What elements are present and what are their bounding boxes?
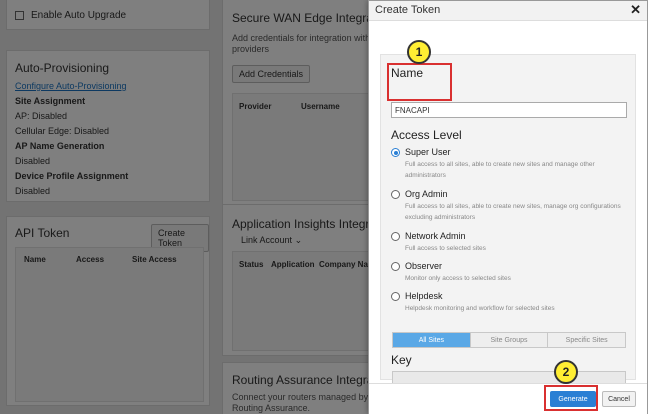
network-admin-radio[interactable] xyxy=(391,232,400,241)
org-admin-radio[interactable] xyxy=(391,190,400,199)
network-admin-label: Network Admin xyxy=(405,231,466,241)
close-icon[interactable]: ✕ xyxy=(630,2,641,18)
helpdesk-description: Helpdesk monitoring and workflow for sel… xyxy=(405,305,555,312)
key-label: Key xyxy=(391,353,412,367)
modal-footer: Generate Cancel xyxy=(369,383,647,414)
cancel-button[interactable]: Cancel xyxy=(602,391,636,407)
site-access-segmented-control: All Sites Site Groups Specific Sites xyxy=(392,332,626,348)
org-admin-description: Full access to all sites, able to create… xyxy=(405,203,621,221)
helpdesk-label: Helpdesk xyxy=(405,291,443,301)
super-user-radio[interactable] xyxy=(391,148,400,157)
annotation-badge-step-2: 2 xyxy=(554,360,578,384)
modal-title: Create Token xyxy=(375,4,441,16)
observer-radio[interactable] xyxy=(391,262,400,271)
annotation-box-generate xyxy=(544,385,598,411)
super-user-label: Super User xyxy=(405,147,451,157)
tab-site-groups[interactable]: Site Groups xyxy=(470,333,549,347)
modal-header: Create Token ✕ xyxy=(369,1,647,21)
super-user-description: Full access to all sites, able to create… xyxy=(405,161,595,179)
tab-all-sites[interactable]: All Sites xyxy=(393,333,471,347)
access-level-label: Access Level xyxy=(391,128,462,142)
org-admin-label: Org Admin xyxy=(405,189,448,199)
network-admin-description: Full access to selected sites xyxy=(405,245,486,252)
name-input[interactable] xyxy=(391,102,627,118)
tab-specific-sites[interactable]: Specific Sites xyxy=(548,333,626,347)
annotation-badge-step-1: 1 xyxy=(407,40,431,64)
create-token-form: Name Access Level Super User Full access… xyxy=(380,54,636,389)
observer-label: Observer xyxy=(405,261,443,271)
annotation-box-name xyxy=(387,63,452,101)
helpdesk-radio[interactable] xyxy=(391,292,400,301)
observer-description: Monitor only access to selected sites xyxy=(405,275,511,282)
